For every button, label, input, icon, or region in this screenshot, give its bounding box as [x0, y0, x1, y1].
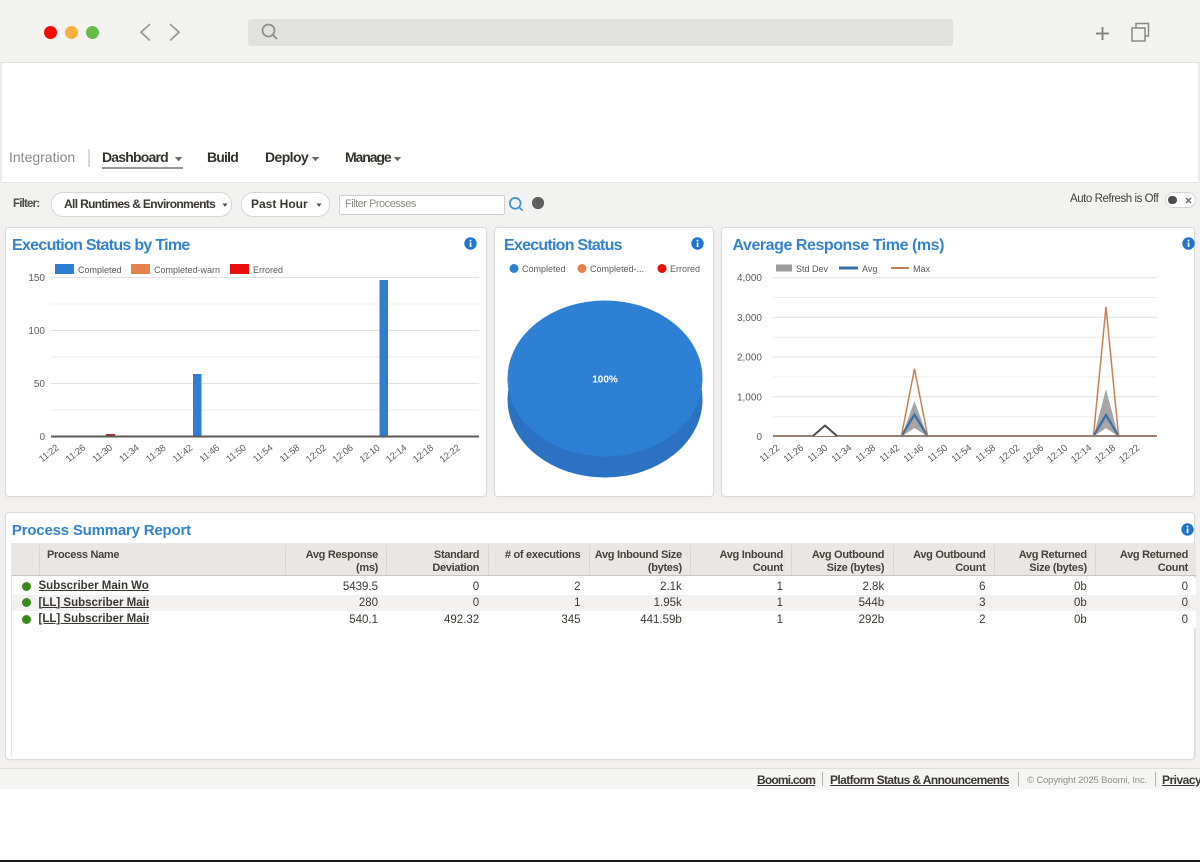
svg-text:3,000: 3,000 — [737, 313, 762, 324]
svg-text:11:22: 11:22 — [758, 443, 782, 465]
svg-text:12:14: 12:14 — [384, 443, 409, 466]
svg-text:100%: 100% — [592, 375, 618, 386]
svg-text:12:22: 12:22 — [1117, 443, 1142, 466]
svg-text:12:22: 12:22 — [438, 443, 463, 466]
svg-text:11:50: 11:50 — [224, 443, 248, 465]
svg-text:Completed: Completed — [522, 264, 566, 274]
svg-text:50: 50 — [34, 379, 46, 390]
svg-text:11:54: 11:54 — [251, 443, 275, 465]
svg-text:11:54: 11:54 — [950, 443, 974, 465]
svg-text:11:50: 11:50 — [926, 443, 950, 465]
svg-text:Max: Max — [913, 264, 931, 274]
svg-text:11:30: 11:30 — [91, 443, 115, 465]
svg-text:Avg: Avg — [862, 264, 877, 274]
svg-text:11:38: 11:38 — [854, 443, 878, 465]
svg-text:Errored: Errored — [253, 265, 283, 275]
svg-text:12:14: 12:14 — [1069, 443, 1094, 466]
svg-text:11:30: 11:30 — [806, 443, 830, 465]
svg-text:4,000: 4,000 — [737, 273, 762, 284]
svg-text:11:46: 11:46 — [902, 443, 926, 465]
svg-text:11:42: 11:42 — [171, 443, 195, 465]
svg-text:Completed-...: Completed-... — [590, 264, 644, 274]
svg-text:0: 0 — [39, 432, 45, 443]
svg-text:Completed: Completed — [78, 265, 122, 275]
svg-text:12:02: 12:02 — [304, 443, 329, 466]
svg-text:12:10: 12:10 — [358, 443, 383, 466]
svg-text:2,000: 2,000 — [737, 353, 762, 364]
svg-text:12:18: 12:18 — [1093, 443, 1118, 466]
svg-text:11:26: 11:26 — [782, 443, 806, 465]
svg-text:12:06: 12:06 — [331, 443, 356, 466]
svg-text:100: 100 — [28, 326, 45, 337]
svg-text:11:58: 11:58 — [974, 443, 998, 465]
svg-text:12:18: 12:18 — [411, 443, 436, 466]
svg-text:12:10: 12:10 — [1045, 443, 1070, 466]
svg-text:11:42: 11:42 — [878, 443, 902, 465]
svg-text:12:06: 12:06 — [1021, 443, 1046, 466]
svg-text:12:02: 12:02 — [997, 443, 1022, 466]
svg-text:0: 0 — [756, 432, 762, 443]
svg-text:11:34: 11:34 — [117, 443, 141, 465]
svg-text:11:22: 11:22 — [37, 443, 61, 465]
svg-text:Std Dev: Std Dev — [796, 264, 829, 274]
svg-text:150: 150 — [28, 273, 45, 284]
svg-text:11:38: 11:38 — [144, 443, 168, 465]
svg-text:1,000: 1,000 — [737, 392, 762, 403]
svg-text:11:58: 11:58 — [278, 443, 302, 465]
svg-text:11:34: 11:34 — [830, 443, 854, 465]
svg-text:11:26: 11:26 — [64, 443, 88, 465]
svg-text:Errored: Errored — [670, 264, 700, 274]
svg-text:Completed-warn: Completed-warn — [154, 265, 220, 275]
svg-text:11:46: 11:46 — [198, 443, 222, 465]
